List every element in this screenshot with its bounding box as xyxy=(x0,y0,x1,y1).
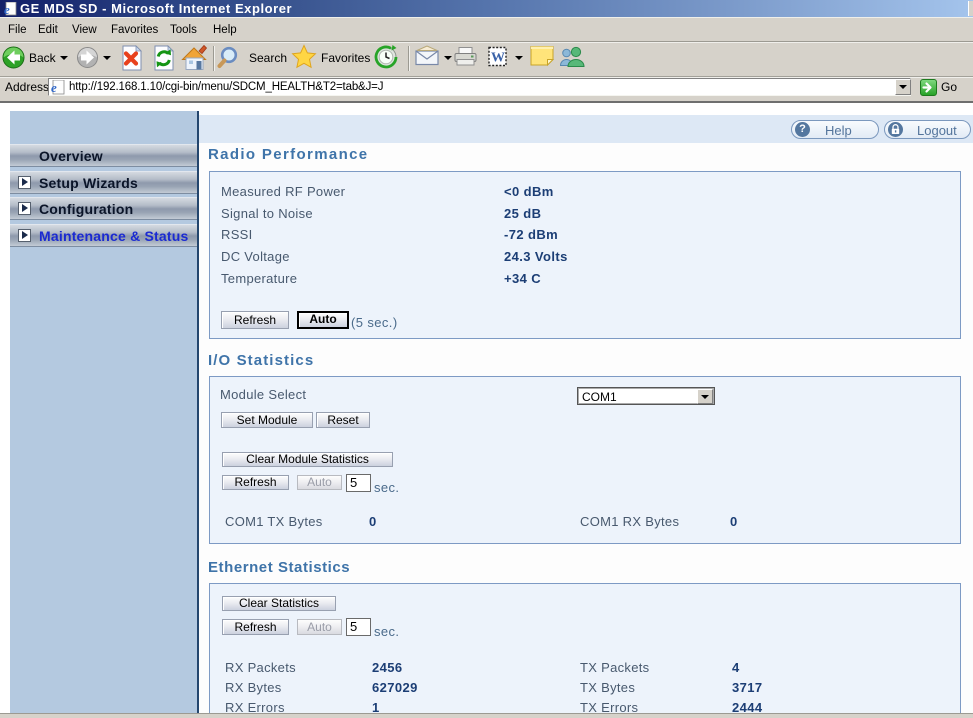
svg-text:e: e xyxy=(4,2,10,16)
svg-text:W: W xyxy=(491,51,505,66)
svg-text:e: e xyxy=(51,80,57,95)
